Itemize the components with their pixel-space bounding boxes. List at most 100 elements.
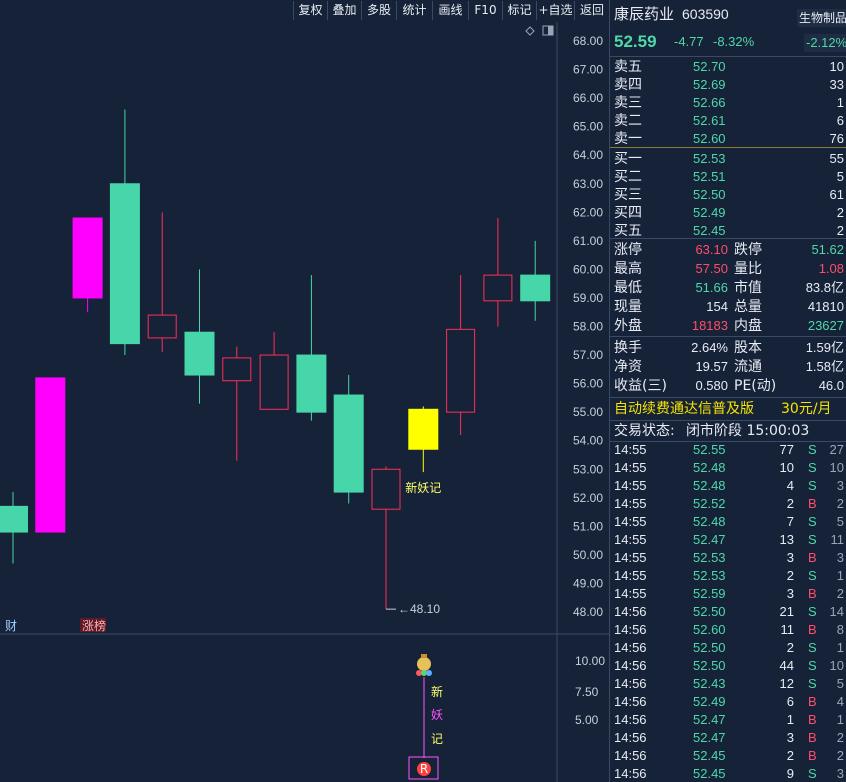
order-level-label: 卖三	[614, 95, 642, 111]
tick-row: 14:56 52.45 2 B 2	[613, 747, 846, 765]
trade-status-value: 闭市阶段 15:00:03	[686, 423, 810, 439]
price-tick-label: 58.00	[573, 320, 603, 334]
toolbar-button-4[interactable]: 画线	[432, 1, 468, 20]
stock-name: 康辰药业	[614, 5, 675, 23]
candle-body[interactable]	[483, 274, 513, 302]
candle-body[interactable]	[35, 377, 66, 533]
tick-time: 14:55	[614, 532, 647, 547]
order-book-row[interactable]: 买四 52.49 2	[613, 204, 846, 222]
price-tick-label: 56.00	[573, 377, 603, 391]
order-book-row[interactable]: 买三 52.50 61	[613, 186, 846, 204]
candle-body[interactable]	[371, 468, 401, 510]
tick-row: 14:56 52.50 44 S 10	[613, 657, 846, 675]
order-level-label: 卖一	[614, 131, 642, 147]
toolbar-button-3[interactable]: 统计	[396, 1, 432, 20]
bid-ask-divider	[610, 147, 846, 148]
tick-time: 14:55	[614, 496, 647, 511]
candle-body[interactable]	[408, 408, 439, 450]
tick-price: 52.53	[693, 568, 726, 583]
candle-body[interactable]	[333, 394, 364, 493]
order-price: 52.53	[693, 151, 726, 166]
stats-row: 外盘 18183 内盘 23627	[613, 317, 846, 335]
price-tick-label: 59.00	[573, 291, 603, 305]
order-volume: 1	[836, 95, 844, 110]
tick-price: 52.48	[693, 514, 726, 529]
toolbar-button-7[interactable]: +自选	[536, 1, 574, 20]
tick-price: 52.47	[693, 532, 726, 547]
toolbar-button-8[interactable]: 返回	[574, 1, 609, 20]
toolbar-button-1[interactable]: 叠加	[327, 1, 361, 20]
sub-tick-label: 10.00	[575, 654, 605, 668]
candle-body[interactable]	[222, 357, 252, 382]
tick-time: 14:56	[614, 622, 647, 637]
stat-value: 0.580	[695, 378, 728, 393]
tick-volume: 3	[786, 586, 794, 601]
diamond-icon[interactable]	[525, 26, 535, 36]
order-book-row[interactable]: 卖三 52.66 1	[613, 94, 846, 112]
sector-label[interactable]: 生物制品	[797, 9, 846, 27]
order-book-row[interactable]: 卖五 52.70 10	[613, 58, 846, 76]
candle-body[interactable]	[520, 274, 551, 302]
stat-value: 63.10	[695, 242, 728, 257]
tick-row: 14:55 52.53 2 S 1	[613, 567, 846, 585]
order-volume: 76	[829, 131, 844, 146]
tick-side: B	[808, 712, 817, 727]
price-tick-label: 52.00	[573, 491, 603, 505]
stat-label: 最低	[614, 280, 642, 296]
sub-tick-label: 7.50	[575, 685, 599, 699]
candle-body[interactable]	[147, 314, 177, 339]
stats-row: 换手 2.64% 股本 1.59亿	[613, 339, 846, 357]
candle-body[interactable]	[184, 331, 215, 376]
order-level-label: 买三	[614, 187, 642, 203]
tick-row: 14:55 52.48 7 S 5	[613, 513, 846, 531]
promo-banner[interactable]: 自动续费通达信普及版 30元/月	[613, 400, 846, 418]
stat-label: 股本	[734, 340, 762, 356]
stat-value: 2.64%	[691, 340, 728, 355]
order-book-row[interactable]: 卖二 52.61 6	[613, 112, 846, 130]
tick-count: 3	[836, 766, 844, 781]
tick-side: S	[808, 568, 817, 583]
money-bag-top	[421, 654, 427, 658]
tick-price: 52.49	[693, 694, 726, 709]
tick-row: 14:56 52.47 1 B 1	[613, 711, 846, 729]
kline-chart[interactable]: 68.00 67.00 66.00 65.00 64.00 63.00 62.00 61.00…	[0, 22, 609, 782]
tick-volume: 44	[779, 658, 794, 673]
order-book-row[interactable]: 买一 52.53 55	[613, 150, 846, 168]
price-tick-label: 48.00	[573, 605, 603, 619]
toolbar-button-6[interactable]: 标记	[502, 1, 536, 20]
left-label-finance[interactable]: 财	[5, 619, 17, 633]
order-book-row[interactable]: 买二 52.51 5	[613, 168, 846, 186]
toolbar-button-2[interactable]: 多股	[361, 1, 396, 20]
tick-volume: 2	[786, 568, 794, 583]
order-price: 52.70	[693, 59, 726, 74]
tick-time: 14:56	[614, 712, 647, 727]
order-level-label: 买四	[614, 205, 642, 221]
order-book-row[interactable]: 卖一 52.60 76	[613, 130, 846, 148]
price-tick-label: 57.00	[573, 348, 603, 362]
order-price: 52.61	[693, 113, 726, 128]
candle-body[interactable]	[0, 505, 28, 533]
tick-time: 14:56	[614, 748, 647, 763]
left-label-zhangbang[interactable]: 涨榜	[82, 618, 106, 633]
tick-volume: 12	[779, 676, 794, 691]
order-price: 52.49	[693, 205, 726, 220]
stat-value: 1.58亿	[805, 359, 844, 374]
tick-volume: 2	[786, 496, 794, 511]
candle-body[interactable]	[296, 354, 327, 413]
price-tick-label: 51.00	[573, 519, 603, 533]
toolbar-button-0[interactable]: 复权	[293, 1, 327, 20]
tick-price: 52.47	[693, 730, 726, 745]
price-tick-label: 55.00	[573, 405, 603, 419]
order-book-row[interactable]: 卖四 52.69 33	[613, 76, 846, 94]
tick-count: 2	[836, 586, 844, 601]
price-tick-label: 49.00	[573, 576, 603, 590]
sector-change-pct: -2.12%	[804, 34, 846, 52]
tick-time: 14:56	[614, 640, 647, 655]
toolbar-button-5[interactable]: F10	[468, 1, 502, 20]
order-price: 52.60	[693, 131, 726, 146]
candle-body[interactable]	[259, 354, 289, 410]
candle-body[interactable]	[109, 183, 140, 345]
stats-row: 最低 51.66 市值 83.8亿	[613, 279, 846, 297]
candle-body[interactable]	[72, 217, 103, 299]
candle-body[interactable]	[446, 328, 476, 413]
